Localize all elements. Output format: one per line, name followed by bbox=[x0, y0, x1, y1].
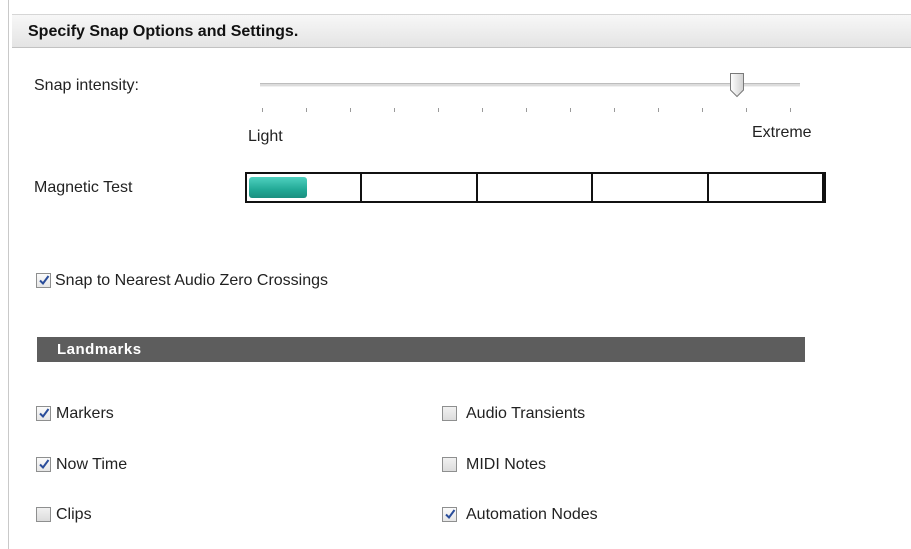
checkmark-icon bbox=[39, 459, 50, 470]
meter-segment bbox=[709, 174, 825, 201]
slider-tick bbox=[482, 108, 483, 112]
slider-tick bbox=[262, 108, 263, 112]
meter-fill bbox=[249, 177, 307, 198]
magnetic-test-meter bbox=[245, 172, 826, 203]
audio-transients-label: Audio Transients bbox=[466, 405, 586, 422]
slider-tick bbox=[702, 108, 703, 112]
checkmark-icon bbox=[39, 408, 50, 419]
panel-left-border bbox=[8, 0, 9, 549]
slider-tick bbox=[746, 108, 747, 112]
clips-checkbox[interactable] bbox=[36, 507, 51, 522]
meter-segment bbox=[362, 174, 478, 201]
midi-notes-label: MIDI Notes bbox=[466, 456, 547, 473]
checkmark-icon bbox=[445, 509, 456, 520]
now-time-checkbox[interactable] bbox=[36, 457, 51, 472]
automation-nodes-checkbox[interactable] bbox=[442, 507, 457, 522]
snap-intensity-slider-thumb[interactable] bbox=[729, 72, 745, 98]
checkmark-icon bbox=[39, 275, 50, 286]
markers-label: Markers bbox=[56, 405, 114, 422]
audio-transients-checkbox[interactable] bbox=[442, 406, 457, 421]
slider-tick bbox=[350, 108, 351, 112]
midi-notes-checkbox[interactable] bbox=[442, 457, 457, 472]
page-title: Specify Snap Options and Settings. bbox=[28, 23, 299, 40]
slider-tick bbox=[790, 108, 791, 112]
clips-label: Clips bbox=[56, 506, 92, 523]
landmarks-section-header: Landmarks bbox=[37, 337, 805, 362]
snap-intensity-label: Snap intensity: bbox=[34, 77, 139, 94]
slider-min-label: Light bbox=[248, 128, 283, 145]
zero-crossings-checkbox[interactable] bbox=[36, 273, 51, 288]
slider-tick bbox=[658, 108, 659, 112]
markers-checkbox[interactable] bbox=[36, 406, 51, 421]
slider-tick bbox=[570, 108, 571, 112]
meter-segment bbox=[593, 174, 709, 201]
magnetic-test-label: Magnetic Test bbox=[34, 179, 133, 196]
panel-header: Specify Snap Options and Settings. bbox=[12, 14, 911, 48]
zero-crossings-label: Snap to Nearest Audio Zero Crossings bbox=[55, 272, 329, 289]
slider-tick bbox=[438, 108, 439, 112]
landmarks-title: Landmarks bbox=[57, 341, 142, 358]
slider-tick bbox=[306, 108, 307, 112]
snap-intensity-slider-track[interactable] bbox=[260, 83, 800, 87]
automation-nodes-label: Automation Nodes bbox=[466, 506, 598, 523]
slider-tick bbox=[526, 108, 527, 112]
now-time-label: Now Time bbox=[56, 456, 128, 473]
slider-tick bbox=[394, 108, 395, 112]
meter-segment bbox=[478, 174, 594, 201]
slider-tick bbox=[614, 108, 615, 112]
slider-max-label: Extreme bbox=[752, 124, 812, 141]
